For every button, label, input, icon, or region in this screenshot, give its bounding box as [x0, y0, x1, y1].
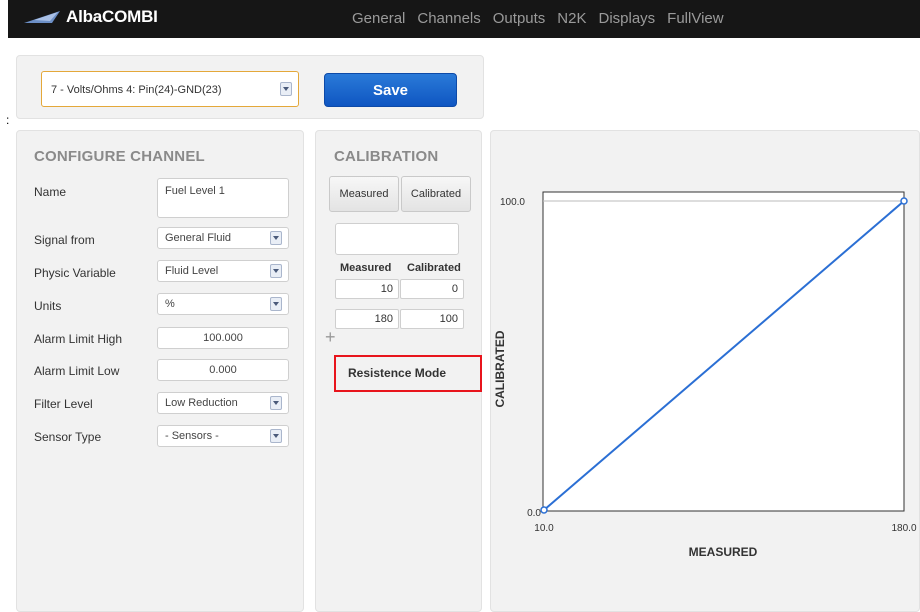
physic-variable-label: Physic Variable: [34, 266, 116, 280]
chevron-down-icon: [270, 396, 282, 410]
physic-variable-select[interactable]: Fluid Level: [157, 260, 289, 282]
calibration-panel: CALIBRATION Measured Calibrated Measured…: [315, 130, 482, 612]
units-value: %: [165, 298, 175, 310]
calibration-chart: 100.0 0.0 10.0 180.0 MEASURED CALIBRATED: [493, 191, 917, 559]
nav-displays[interactable]: Displays: [598, 10, 655, 27]
nav-fullview[interactable]: FullView: [667, 10, 723, 27]
y-tick-label: 0.0: [527, 508, 541, 519]
filter-level-select[interactable]: Low Reduction: [157, 392, 289, 414]
name-label: Name: [34, 185, 67, 199]
calibrated-button[interactable]: Calibrated: [401, 176, 471, 212]
units-label: Units: [34, 299, 62, 313]
calibrated-cell[interactable]: 0: [400, 279, 464, 299]
configure-channel-panel: CONFIGURE CHANNEL Name Fuel Level 1 Sign…: [16, 130, 304, 612]
chevron-down-icon: [270, 231, 282, 245]
calibration-title: CALIBRATION: [334, 148, 439, 165]
x-tick-label: 180.0: [891, 523, 916, 534]
x-tick-label: 10.0: [534, 523, 554, 534]
stray-colon: :: [6, 113, 10, 127]
channel-toolbar: 7 - Volts/Ohms 4: Pin(24)-GND(23) Save: [16, 55, 484, 119]
measured-cell[interactable]: 180: [335, 309, 399, 329]
albacombi-logo-icon: [24, 11, 60, 23]
calibration-chart-panel: 100.0 0.0 10.0 180.0 MEASURED CALIBRATED: [490, 130, 920, 612]
brand-logo[interactable]: AlbaCOMBI: [22, 6, 158, 28]
sensor-type-value: - Sensors -: [165, 430, 219, 442]
nav-n2k[interactable]: N2K: [557, 10, 586, 27]
add-row-icon[interactable]: +: [325, 328, 336, 346]
nav-outputs[interactable]: Outputs: [493, 10, 546, 27]
units-select[interactable]: %: [157, 293, 289, 315]
configure-channel-title: CONFIGURE CHANNEL: [34, 148, 205, 165]
nav-menu: General Channels Outputs N2K Displays Fu…: [352, 10, 736, 27]
signal-from-select[interactable]: General Fluid: [157, 227, 289, 249]
nav-channels[interactable]: Channels: [417, 10, 480, 27]
signal-from-label: Signal from: [34, 233, 95, 247]
calibrated-column-header: Calibrated: [407, 262, 461, 274]
calibration-value-input[interactable]: [335, 223, 459, 255]
signal-from-value: General Fluid: [165, 232, 232, 244]
top-navbar: AlbaCOMBI General Channels Outputs N2K D…: [8, 0, 920, 38]
chevron-down-icon: [270, 297, 282, 311]
measured-button[interactable]: Measured: [329, 176, 399, 212]
name-field[interactable]: Fuel Level 1: [157, 178, 289, 218]
save-button[interactable]: Save: [324, 73, 457, 107]
sensor-type-select[interactable]: - Sensors -: [157, 425, 289, 447]
measured-cell[interactable]: 10: [335, 279, 399, 299]
physic-variable-value: Fluid Level: [165, 265, 219, 277]
measured-column-header: Measured: [340, 262, 392, 274]
y-axis-label: CALIBRATED: [493, 330, 507, 407]
alarm-limit-low-input[interactable]: 0.000: [157, 359, 289, 381]
alarm-limit-low-label: Alarm Limit Low: [34, 364, 120, 378]
calibrated-cell[interactable]: 100: [400, 309, 464, 329]
filter-level-value: Low Reduction: [165, 397, 238, 409]
chevron-down-icon: [270, 264, 282, 278]
alarm-limit-high-input[interactable]: 100.000: [157, 327, 289, 349]
y-tick-label: 100.0: [500, 197, 525, 208]
resistance-mode-button[interactable]: Resistence Mode: [334, 355, 482, 392]
channel-select-value: 7 - Volts/Ohms 4: Pin(24)-GND(23): [51, 84, 222, 96]
alarm-limit-high-label: Alarm Limit High: [34, 332, 123, 346]
filter-level-label: Filter Level: [34, 397, 93, 411]
brand-name: AlbaCOMBI: [66, 7, 158, 26]
x-axis-label: MEASURED: [689, 545, 758, 559]
chevron-down-icon: [270, 429, 282, 443]
calibration-point[interactable]: [900, 197, 908, 205]
chevron-down-icon: [280, 82, 292, 96]
nav-general[interactable]: General: [352, 10, 405, 27]
sensor-type-label: Sensor Type: [34, 430, 102, 444]
calibration-point[interactable]: [540, 506, 548, 514]
channel-select[interactable]: 7 - Volts/Ohms 4: Pin(24)-GND(23): [41, 71, 299, 107]
